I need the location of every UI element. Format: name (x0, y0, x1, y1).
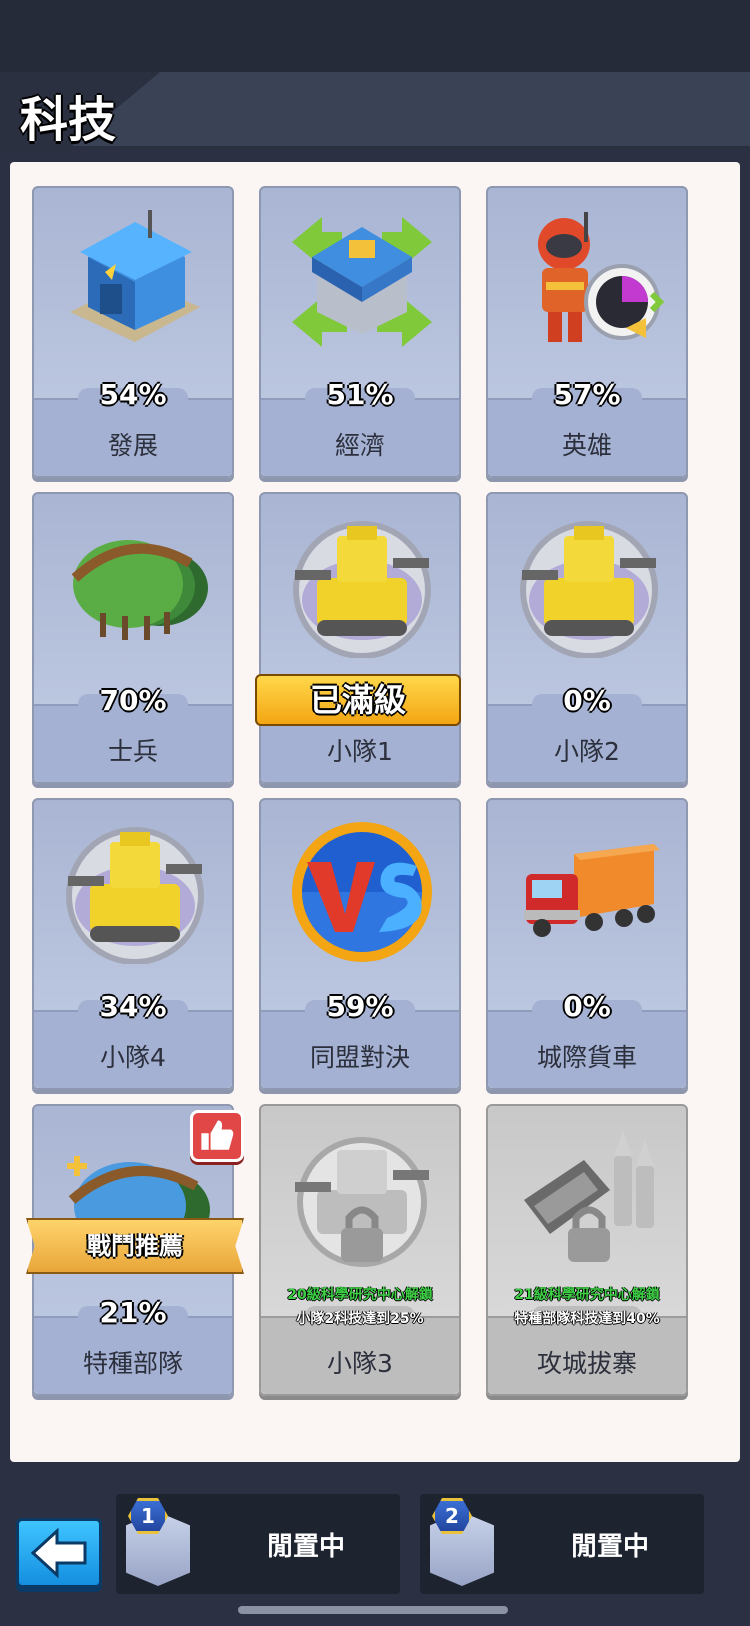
locked-ammo-icon (524, 1130, 654, 1262)
progress-percent: 54% (99, 378, 167, 411)
card-name: 小隊3 (327, 1349, 393, 1378)
tech-card-economy[interactable]: 51% 經濟 (259, 186, 461, 478)
tech-card-development[interactable]: 54% 發展 (32, 186, 234, 478)
bottom-bar: 1 閒置中 2 閒置中 (0, 1476, 750, 1626)
tech-card-soldier[interactable]: 70% 士兵 (32, 492, 234, 784)
card-name: 發展 (107, 431, 158, 460)
tech-card-special-forces[interactable]: 戰鬥推薦 21% 特種部隊 (26, 1104, 244, 1396)
tech-card-alliance-duel[interactable]: 59% 同盟對決 (259, 798, 461, 1090)
progress-percent: 51% (326, 378, 394, 411)
tech-card-siege[interactable]: 21級科學研究中心解鎖 特種部隊科技達到40% 攻城拔寨 (486, 1104, 688, 1396)
hero-icon (538, 212, 664, 342)
economy-building-icon (292, 217, 432, 347)
card-name: 小隊1 (327, 737, 393, 766)
card-name: 同盟對決 (309, 1043, 410, 1072)
card-name: 小隊4 (100, 1043, 166, 1072)
tank-icon (66, 827, 204, 964)
unlock-requirement: 20級科學研究中心解鎖 (287, 1287, 433, 1303)
soldier-helmet-icon (71, 540, 208, 640)
card-name: 經濟 (334, 431, 385, 460)
progress-percent: 0% (563, 990, 611, 1023)
tech-card-squad-1[interactable]: 已滿級 小隊1 (255, 492, 461, 784)
truck-icon (524, 844, 660, 937)
slot-status: 閒置中 (570, 1532, 649, 1562)
tech-card-squad-2[interactable]: 0% 小隊2 (486, 492, 688, 784)
research-slot-1[interactable]: 1 閒置中 (116, 1494, 400, 1594)
unlock-condition: 特種部隊科技達到40% (514, 1311, 660, 1327)
locked-tank-icon (295, 1137, 429, 1267)
headquarters-building-icon (70, 210, 200, 342)
back-arrow-icon (30, 1527, 87, 1579)
home-indicator[interactable] (238, 1606, 508, 1614)
unlock-requirement: 21級科學研究中心解鎖 (514, 1287, 660, 1303)
research-slot-2[interactable]: 2 閒置中 (420, 1494, 704, 1594)
progress-percent: 0% (563, 684, 611, 717)
tech-card-intercity-truck[interactable]: 0% 城際貨車 (486, 798, 688, 1090)
tech-card-hero[interactable]: 57% 英雄 (486, 186, 688, 478)
card-name: 特種部隊 (82, 1349, 183, 1378)
battle-recommended-ribbon: 戰鬥推薦 (26, 1218, 244, 1274)
card-name: 小隊2 (554, 737, 620, 766)
vs-icon (292, 822, 432, 962)
tech-panel: 54% 發展 51% 經濟 57% 英雄 70% 士兵 已滿級 小隊1 0% 小… (10, 162, 740, 1462)
card-name: 士兵 (107, 737, 158, 766)
card-name: 城際貨車 (536, 1043, 637, 1072)
card-name: 攻城拔寨 (536, 1349, 637, 1378)
tech-card-squad-3[interactable]: 20級科學研究中心解鎖 小隊2科技達到25% 小隊3 (259, 1104, 461, 1396)
unlock-condition: 小隊2科技達到25% (296, 1311, 424, 1327)
tank-icon (293, 521, 431, 658)
tank-icon (520, 521, 658, 658)
card-name: 英雄 (561, 431, 612, 460)
slot-status: 閒置中 (266, 1532, 345, 1562)
tech-card-squad-4[interactable]: 34% 小隊4 (32, 798, 234, 1090)
progress-percent: 34% (99, 990, 167, 1023)
progress-percent: 21% (99, 1296, 167, 1329)
status-area (0, 0, 750, 72)
progress-percent: 59% (326, 990, 394, 1023)
thumbs-up-icon (190, 1110, 244, 1162)
back-button[interactable] (16, 1518, 102, 1588)
header: 科技 (0, 72, 750, 150)
page-title: 科技 (20, 92, 117, 148)
progress-percent: 57% (553, 378, 621, 411)
progress-percent: 70% (99, 684, 167, 717)
maxed-badge: 已滿級 (255, 674, 461, 726)
